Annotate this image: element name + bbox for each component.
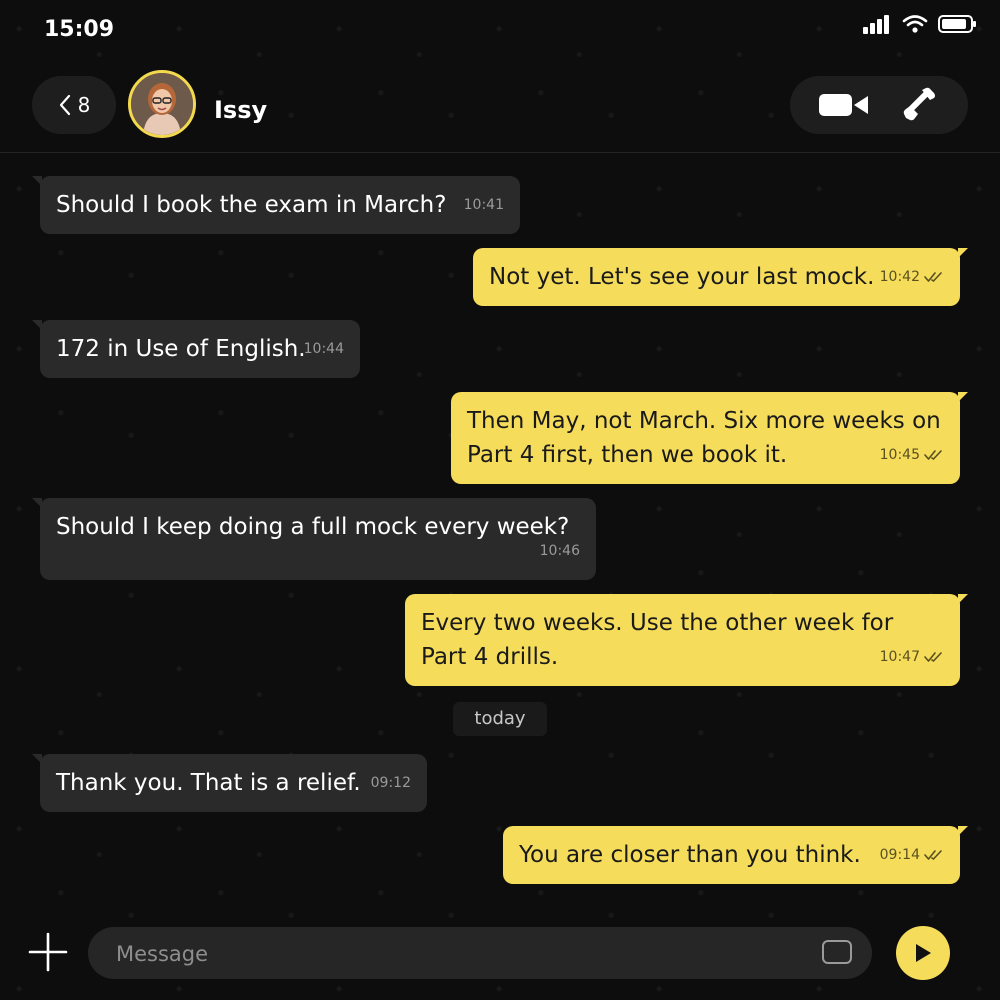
attach-button[interactable]	[28, 932, 68, 972]
phone-icon[interactable]	[898, 84, 940, 126]
message-outgoing[interactable]: Not yet. Let's see your last mock. 10:42	[473, 248, 968, 306]
message-outgoing[interactable]: Then May, not March. Six more weeks on P…	[451, 392, 968, 484]
avatar-portrait	[131, 73, 193, 135]
message-text: Every two weeks. Use the other week for …	[421, 610, 894, 670]
wifi-icon	[902, 15, 928, 33]
sticker-icon[interactable]	[822, 940, 852, 964]
message-outgoing[interactable]: You are closer than you think. 09:14	[503, 826, 968, 884]
message-time: 10:45	[880, 438, 944, 472]
message-outgoing[interactable]: Every two weeks. Use the other week for …	[405, 594, 968, 686]
message-text: Should I book the exam in March?	[56, 192, 447, 218]
message-text: Not yet. Let's see your last mock.	[489, 264, 875, 290]
message-incoming[interactable]: Should I keep doing a full mock every we…	[32, 498, 596, 580]
message-incoming[interactable]: Thank you. That is a relief. 09:12	[32, 754, 427, 812]
contact-name[interactable]: Issy	[214, 96, 267, 124]
plus-icon	[28, 932, 68, 972]
read-check-icon	[924, 652, 942, 662]
send-button[interactable]	[896, 926, 950, 980]
status-bar: 15:09	[0, 0, 1000, 60]
call-actions	[790, 76, 968, 134]
read-check-icon	[924, 272, 942, 282]
message-text: Then May, not March. Six more weeks on P…	[467, 408, 941, 468]
video-camera-icon[interactable]	[818, 92, 870, 118]
message-input[interactable]	[114, 927, 798, 981]
message-time: 09:14	[880, 838, 944, 872]
message-text: Thank you. That is a relief.	[56, 770, 361, 796]
chevron-left-icon	[59, 94, 70, 116]
read-check-icon	[924, 450, 942, 460]
back-button[interactable]: 8	[32, 76, 116, 134]
chat-header: 8 Issy	[0, 62, 1000, 153]
signal-icon	[863, 15, 889, 34]
message-time: 10:47	[880, 640, 944, 674]
message-time: 10:44	[303, 341, 344, 357]
message-composer	[88, 927, 872, 981]
message-time: 10:46	[539, 543, 580, 559]
avatar[interactable]	[128, 70, 196, 138]
message-incoming[interactable]: 172 in Use of English. 10:44	[32, 320, 360, 378]
date-separator: today	[453, 702, 547, 736]
message-incoming[interactable]: Should I book the exam in March? 10:41	[32, 176, 520, 234]
send-icon	[916, 944, 931, 962]
status-icons	[862, 14, 978, 34]
message-text: 172 in Use of English.	[56, 336, 306, 362]
message-time: 10:41	[463, 197, 504, 213]
message-time: 10:42	[880, 260, 944, 294]
read-check-icon	[924, 850, 942, 860]
message-time: 09:12	[370, 775, 411, 791]
battery-icon	[938, 15, 976, 33]
message-text: Should I keep doing a full mock every we…	[56, 514, 570, 540]
unread-count: 8	[77, 93, 91, 117]
status-time: 15:09	[44, 17, 115, 42]
